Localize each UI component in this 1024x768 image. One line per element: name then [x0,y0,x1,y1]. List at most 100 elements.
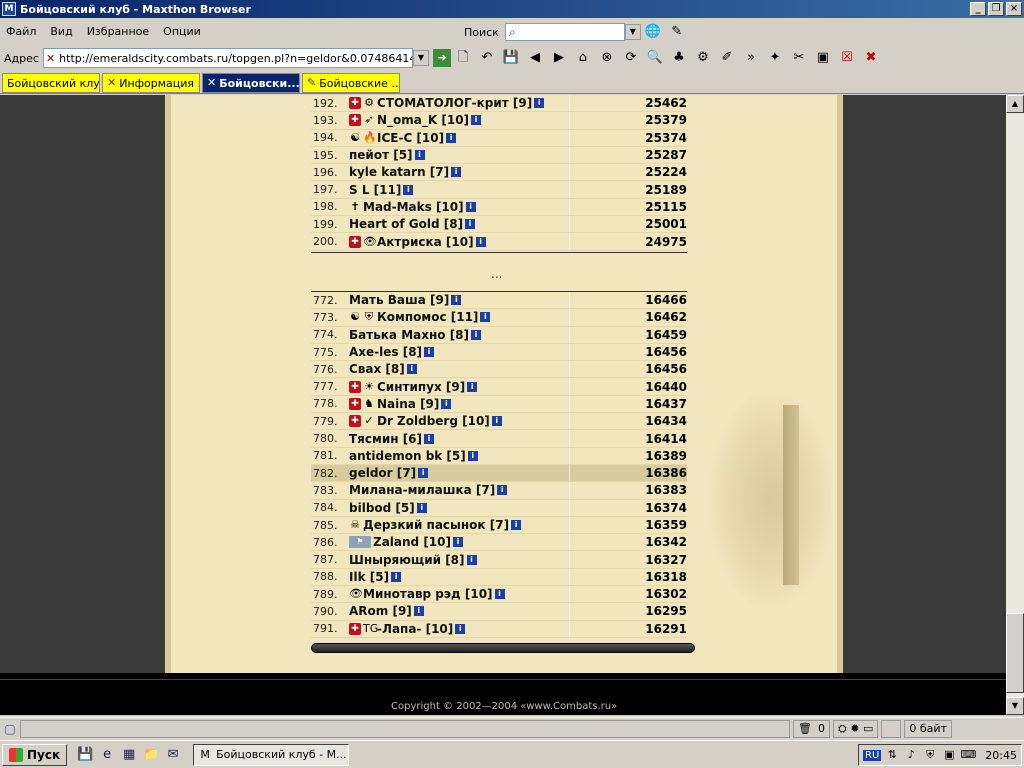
player-name[interactable]: пейот [5] [349,148,413,162]
cross-icon[interactable]: ✝ [349,200,361,213]
tab-3[interactable]: ✕ Бойцовски... [202,73,300,93]
close-button[interactable]: × [1006,2,1022,16]
info-icon[interactable]: i [471,115,482,126]
info-icon[interactable]: i [497,485,508,496]
player-name[interactable]: ICE-C [10] [377,131,444,145]
player-name[interactable]: Heart of Gold [8] [349,217,463,231]
fire-icon[interactable]: 🔥 [363,131,377,144]
menu-view[interactable]: Вид [50,25,72,38]
home-icon[interactable]: ⌂ [574,49,592,67]
url-dropdown-button[interactable]: ▼ [412,50,429,66]
vertical-scrollbar[interactable]: ▲ ▼ [1006,95,1024,715]
player-name[interactable]: N_oma_K [10] [377,113,469,127]
player-name[interactable]: Тясмин [6] [349,432,422,446]
bow-icon[interactable]: ➶ [363,114,375,126]
search-input[interactable]: ⌕ [504,23,625,41]
tab-1[interactable]: Бойцовский клуб [2,73,100,93]
screenshot-icon[interactable]: ▣ [814,49,832,67]
info-icon[interactable]: i [418,468,429,479]
info-icon[interactable]: i [406,364,417,375]
info-icon[interactable]: i [475,236,486,247]
eye-icon[interactable]: 👁 [363,235,377,248]
forward-icon[interactable]: ▶ [550,49,568,67]
go-button[interactable]: ➜ [432,49,451,67]
close-tab-icon[interactable]: ☒ [838,49,856,67]
skin-icon[interactable]: ✦ [766,49,784,67]
player-name[interactable]: S L [11] [349,183,401,197]
player-name[interactable]: Шныряющий [8] [349,553,465,567]
yin-yang-icon[interactable]: ☯ [349,131,361,144]
info-icon[interactable]: i [424,347,435,358]
chevron-icon[interactable]: ✓ [363,415,375,427]
antivirus-icon[interactable]: ⛨ [922,747,938,763]
restore-button[interactable]: ❐ [988,2,1004,16]
info-icon[interactable]: i [467,381,478,392]
info-icon[interactable]: i [494,589,505,600]
info-icon[interactable]: i [414,150,425,161]
plugin-icon[interactable]: ✂ [790,49,808,67]
yin-yang-icon[interactable]: ☯ [349,311,361,323]
info-icon[interactable]: i [416,502,427,513]
dragon-icon[interactable]: ♞ [363,397,375,410]
player-name[interactable]: Актриска [10] [377,235,474,249]
info-icon[interactable]: i [511,520,522,530]
chat-icon[interactable]: ✉ [163,745,183,765]
edit-icon[interactable]: ✐ [718,49,736,67]
taskbar-item-browser[interactable]: M Бойцовский клуб - M... [193,743,350,766]
info-icon[interactable]: i [471,329,482,340]
flash-icon[interactable]: ✹ [850,721,859,737]
player-name[interactable]: Дерзкий пасынок [7] [363,518,509,532]
folder-icon[interactable]: 📁 [141,745,161,765]
back-icon[interactable]: ◀ [526,49,544,67]
app-icon[interactable]: ▦ [119,745,139,765]
ie-icon[interactable]: e [97,745,117,765]
clan-icon[interactable]: ✚ [349,397,361,410]
info-icon[interactable]: i [451,295,462,306]
tab-2[interactable]: ✕ Информация ... [102,73,200,93]
clan-icon[interactable]: ✚ [349,235,361,248]
highlight-icon[interactable]: ✎ [668,23,686,41]
player-name[interactable]: Mad-Maks [10] [363,200,464,214]
window-icon[interactable]: ▭ [863,721,873,737]
eye-icon[interactable]: 👁 [349,588,363,600]
proxy-icon[interactable]: ⛭ [838,721,847,737]
tg-icon[interactable]: TG [363,622,378,635]
info-icon[interactable]: i [467,450,478,461]
player-name[interactable]: Naina [9] [377,397,439,411]
start-button[interactable]: Пуск [2,743,68,766]
minimize-button[interactable]: _ [970,2,986,16]
keyboard-icon[interactable]: ⌨ [960,747,976,763]
scroll-thumb[interactable] [1006,613,1024,693]
player-name[interactable]: Свах [8] [349,362,405,376]
clan-icon[interactable]: ✚ [349,114,361,127]
url-input[interactable]: ✕ http://emeraldscity.combats.ru/topgen.… [42,48,413,68]
clan-icon[interactable]: ✚ [349,622,361,635]
scroll-up-button[interactable]: ▲ [1006,95,1024,113]
player-name[interactable]: Компомос [11] [377,310,478,324]
menu-options[interactable]: Опции [163,25,201,38]
info-icon[interactable]: i [424,433,435,444]
skull-icon[interactable]: ☠ [349,519,361,531]
player-name[interactable]: Милана-милашка [7] [349,483,495,497]
player-name[interactable]: Минотавр рэд [10] [363,587,493,601]
info-icon[interactable]: i [491,416,502,427]
save-icon[interactable]: 💾 [502,49,520,67]
player-name[interactable]: Dr Zoldberg [10] [377,414,490,428]
info-icon[interactable]: i [466,554,477,565]
sun-icon[interactable]: ☀ [363,380,375,393]
monitor-icon[interactable]: ▣ [941,747,957,763]
player-name[interactable]: Axe-les [8] [349,345,422,359]
info-icon[interactable]: i [465,201,476,212]
info-icon[interactable]: i [446,132,457,143]
clan-icon[interactable]: ✚ [349,380,361,393]
network-icon[interactable]: ⇅ [884,747,900,763]
search-page-icon[interactable]: 🔍 [646,49,664,67]
info-icon[interactable]: i [441,398,452,409]
info-icon[interactable]: i [534,98,545,109]
shield-icon[interactable]: ⛨ [363,311,375,323]
player-name[interactable]: kyle katarn [7] [349,165,449,179]
new-page-icon[interactable]: 🗋 [454,49,472,67]
undo-icon[interactable]: ↶ [478,49,496,67]
floppy-icon[interactable]: 💾 [75,745,95,765]
menu-file[interactable]: Файл [6,25,36,38]
